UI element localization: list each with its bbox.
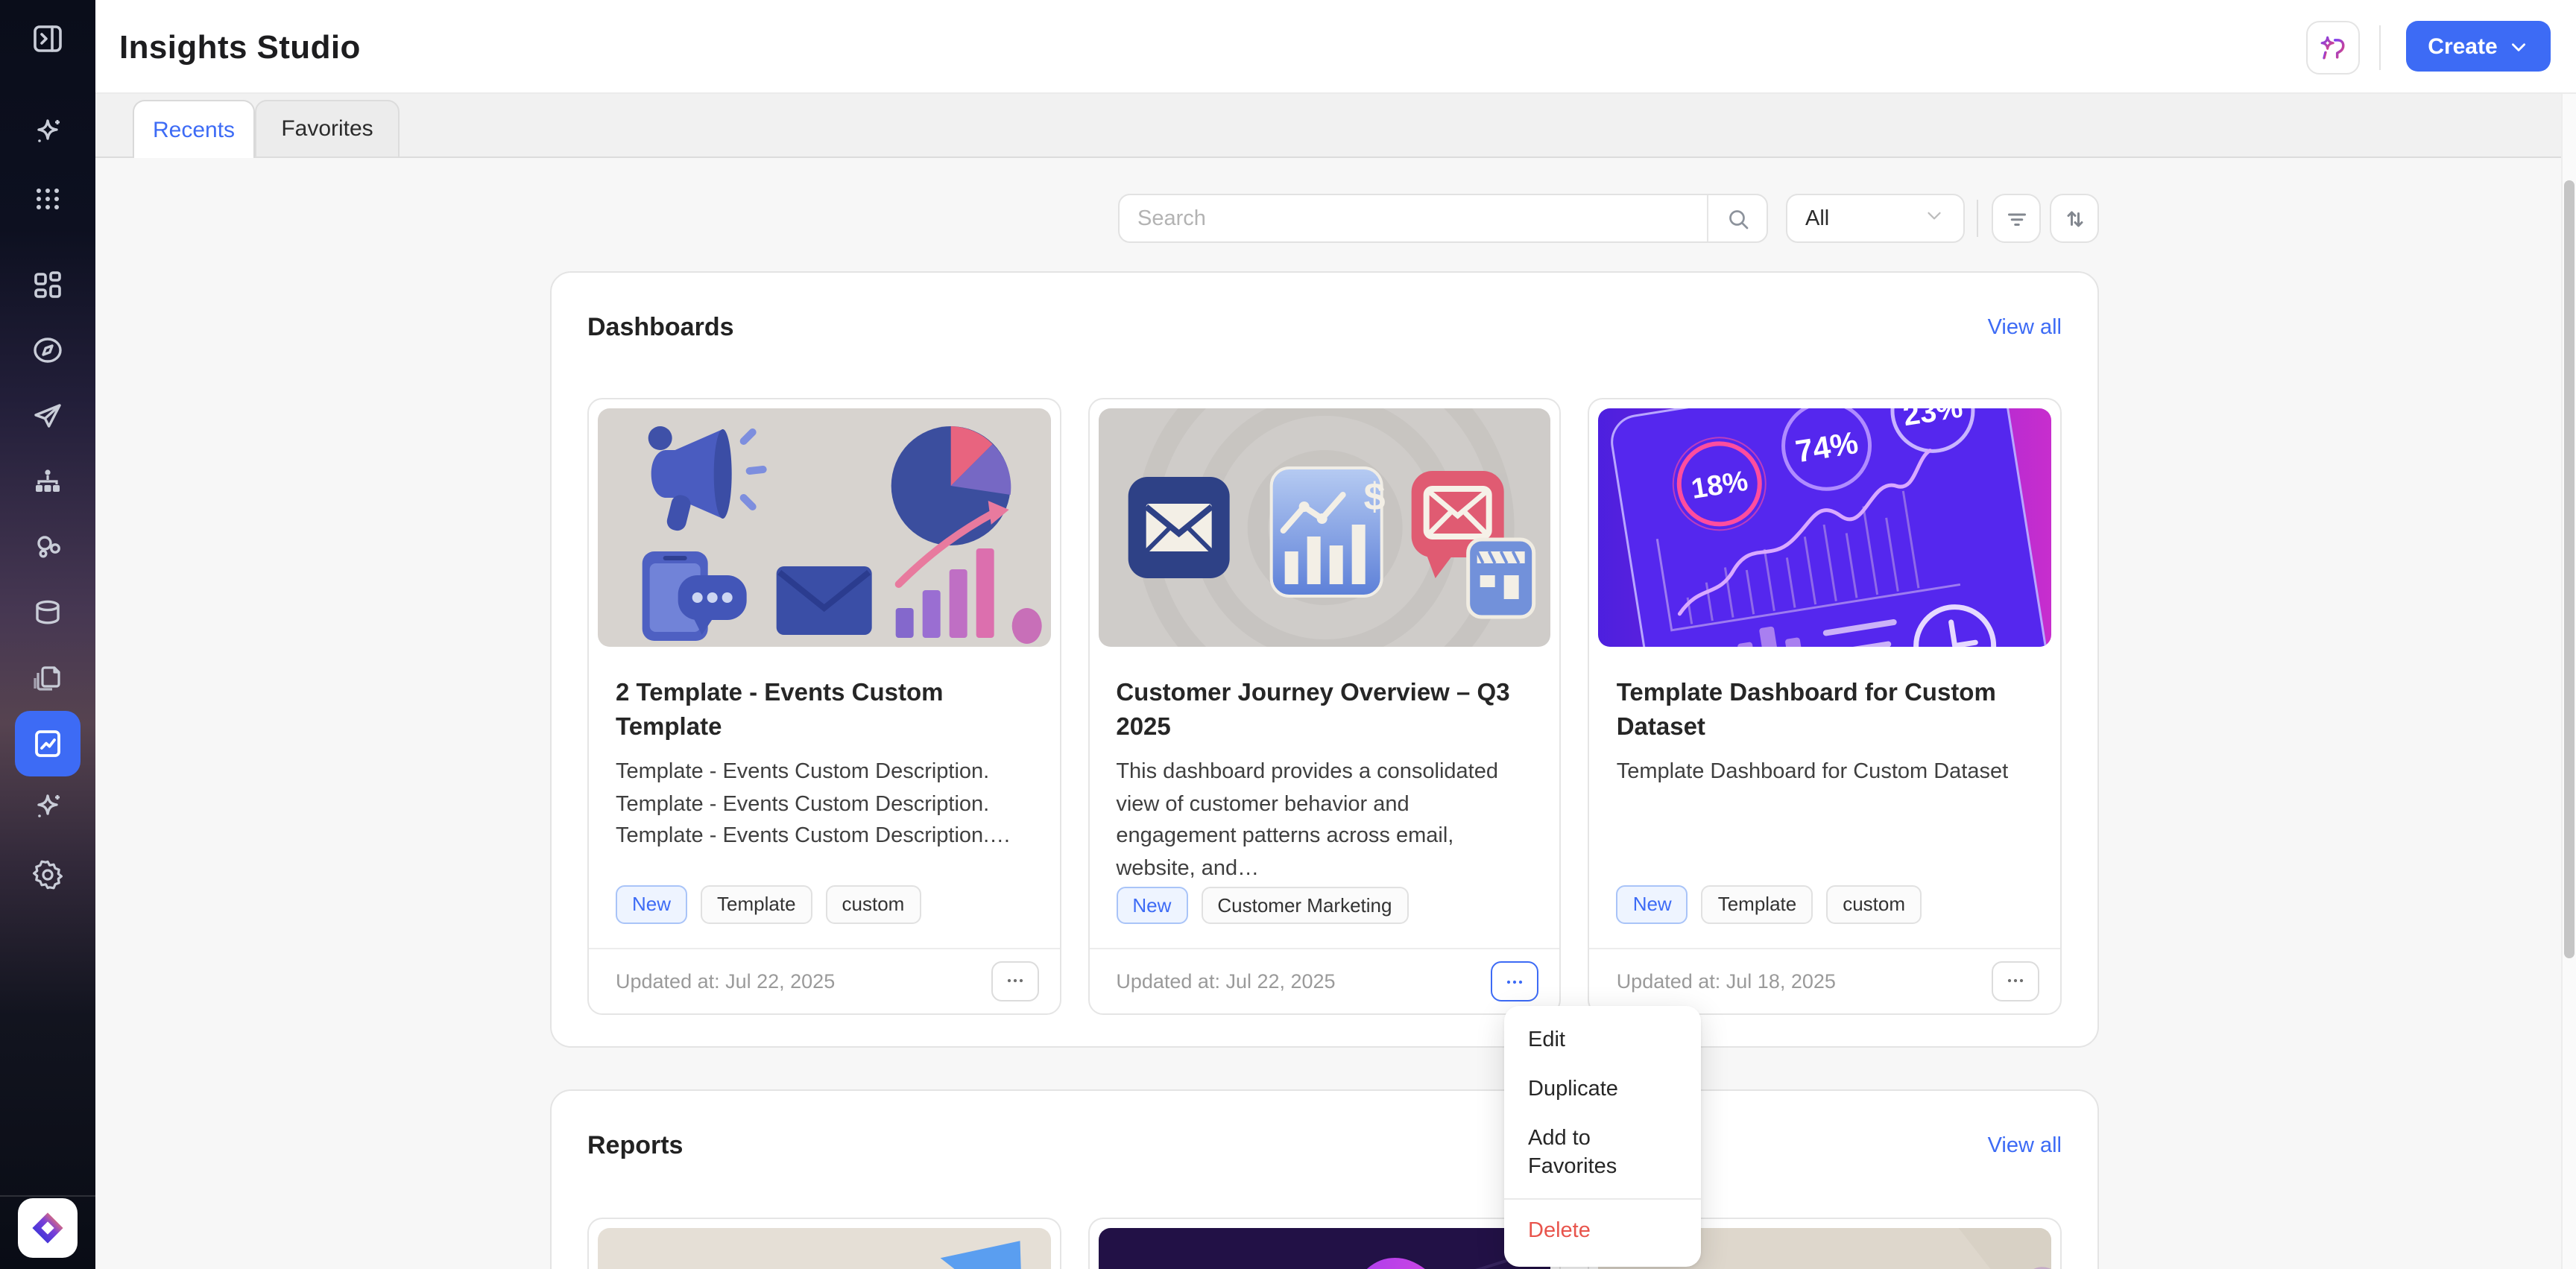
create-button[interactable]: Create	[2406, 21, 2551, 72]
card-more-menu-icon[interactable]	[991, 961, 1038, 1001]
card-tags: New Customer Marketing	[1116, 887, 1532, 925]
search-icon[interactable]	[1707, 195, 1767, 241]
chevron-down-icon	[1923, 204, 1945, 232]
page-scrollbar	[2561, 94, 2576, 1269]
storefront-tile	[1468, 539, 1533, 617]
menu-item-edit[interactable]: Edit	[1504, 1016, 1701, 1066]
tilted-dashboard-panel: 18% 74% 23%	[1609, 408, 2051, 647]
updated-at-label: Updated at: Jul 22, 2025	[616, 970, 835, 993]
card-more-menu-icon[interactable]	[1992, 961, 2039, 1001]
tag: Customer Marketing	[1201, 887, 1408, 925]
create-button-label: Create	[2428, 34, 2497, 59]
card-more-menu-icon-open[interactable]	[1491, 961, 1539, 1001]
updated-at-label: Updated at: Jul 18, 2025	[1617, 970, 1836, 993]
apps-grid-icon[interactable]	[30, 180, 66, 216]
email-tile-illustration	[1128, 477, 1229, 578]
sort-arrows-icon[interactable]	[2050, 194, 2099, 243]
menu-item-duplicate[interactable]: Duplicate	[1504, 1066, 1701, 1115]
dashboards-section: Dashboards View all	[550, 271, 2099, 1048]
type-filter-value: All	[1805, 206, 1829, 230]
dashboard-card-2[interactable]: $	[1087, 398, 1561, 1015]
dashboard-card-3[interactable]: 18% 74% 23%	[1588, 398, 2062, 1015]
search-input[interactable]	[1120, 195, 1707, 241]
sitemap-icon[interactable]	[30, 463, 66, 499]
report-card-1[interactable]	[587, 1218, 1061, 1269]
tag: Template	[701, 886, 812, 924]
card-thumbnail-marketing-icons	[598, 408, 1050, 647]
envelope-illustration	[777, 566, 872, 635]
section-title-dashboards: Dashboards	[587, 313, 734, 343]
ai-sparkles-icon-2[interactable]	[30, 790, 66, 826]
report-thumbnail-arrow	[598, 1228, 1050, 1269]
tag: Template	[1702, 886, 1813, 924]
report-thumbnail-neon-rings	[1098, 1228, 1550, 1269]
panel-collapse-icon[interactable]	[30, 21, 66, 57]
tag-new: New	[1116, 887, 1187, 925]
report-card-2[interactable]	[1087, 1218, 1561, 1269]
scrollbar-thumb[interactable]	[2564, 180, 2575, 958]
card-tags: New Template custom	[1617, 886, 2033, 924]
section-title-reports: Reports	[587, 1131, 683, 1161]
pie-chart-illustration	[891, 426, 1011, 545]
revenue-chart-tile-illustration: $	[1271, 468, 1385, 596]
card-description: This dashboard provides a consolidated v…	[1116, 757, 1532, 887]
tab-bar: Recents Favorites	[95, 94, 2576, 158]
type-filter-dropdown[interactable]: All	[1786, 194, 1965, 243]
updated-at-label: Updated at: Jul 22, 2025	[1116, 970, 1335, 993]
copy-pages-icon[interactable]	[30, 659, 66, 694]
settings-gear-icon[interactable]	[30, 857, 66, 893]
sidebar-item-insights-active[interactable]	[15, 711, 80, 776]
menu-divider	[1504, 1199, 1701, 1200]
tag-new: New	[1617, 886, 1688, 924]
card-context-menu: Edit Duplicate Add to Favorites Delete	[1504, 1006, 1701, 1267]
insights-studio-app: Insights Studio Create Recents Favorites	[0, 0, 2576, 1269]
card-thumbnail-channel-icons: $	[1098, 408, 1550, 647]
database-icon[interactable]	[30, 595, 66, 630]
svg-text:$: $	[1363, 475, 1385, 519]
sidebar-divider	[0, 1195, 95, 1197]
card-title: 2 Template - Events Custom Template	[616, 677, 1032, 747]
tag: custom	[1826, 886, 1922, 924]
view-all-reports-link[interactable]: View all	[1988, 1134, 2062, 1158]
sidebar	[0, 0, 95, 1269]
chevron-down-icon	[2510, 37, 2529, 56]
dashboard-grid-icon[interactable]	[30, 267, 66, 303]
segments-icon[interactable]	[30, 529, 66, 565]
filter-lines-icon[interactable]	[1992, 194, 2041, 243]
toolbar-divider	[1977, 200, 1978, 237]
card-description: Template Dashboard for Custom Dataset	[1617, 757, 2033, 790]
card-description: Template - Events Custom Description. Te…	[616, 757, 1032, 855]
card-tags: New Template custom	[616, 886, 1032, 924]
main-content: All Dashboards View all	[95, 158, 2576, 1269]
ai-sparkles-icon[interactable]	[30, 115, 66, 151]
insights-doc-icon	[30, 726, 66, 762]
menu-item-delete[interactable]: Delete	[1504, 1208, 1701, 1257]
search-box	[1118, 194, 1768, 243]
top-bar: Insights Studio Create	[95, 0, 2576, 94]
header-divider	[2379, 25, 2381, 70]
compass-icon[interactable]	[30, 332, 66, 368]
tag-new: New	[616, 886, 687, 924]
card-thumbnail-neon-dashboard: 18% 74% 23%	[1599, 408, 2051, 647]
tag: custom	[826, 886, 921, 924]
ai-assistant-icon[interactable]	[2306, 21, 2360, 75]
card-title: Template Dashboard for Custom Dataset	[1617, 677, 2033, 747]
brand-logo	[18, 1198, 78, 1258]
tab-favorites[interactable]: Favorites	[255, 100, 400, 158]
view-all-dashboards-link[interactable]: View all	[1988, 316, 2062, 340]
card-title: Customer Journey Overview – Q3 2025	[1116, 677, 1532, 747]
page-title: Insights Studio	[119, 0, 361, 94]
reports-section: Reports View all	[550, 1089, 2099, 1269]
tab-recents[interactable]: Recents	[133, 100, 255, 158]
send-icon[interactable]	[30, 398, 66, 434]
menu-item-add-to-favorites[interactable]: Add to Favorites	[1504, 1114, 1701, 1191]
dashboard-card-1[interactable]: 2 Template - Events Custom Template Temp…	[587, 398, 1061, 1015]
